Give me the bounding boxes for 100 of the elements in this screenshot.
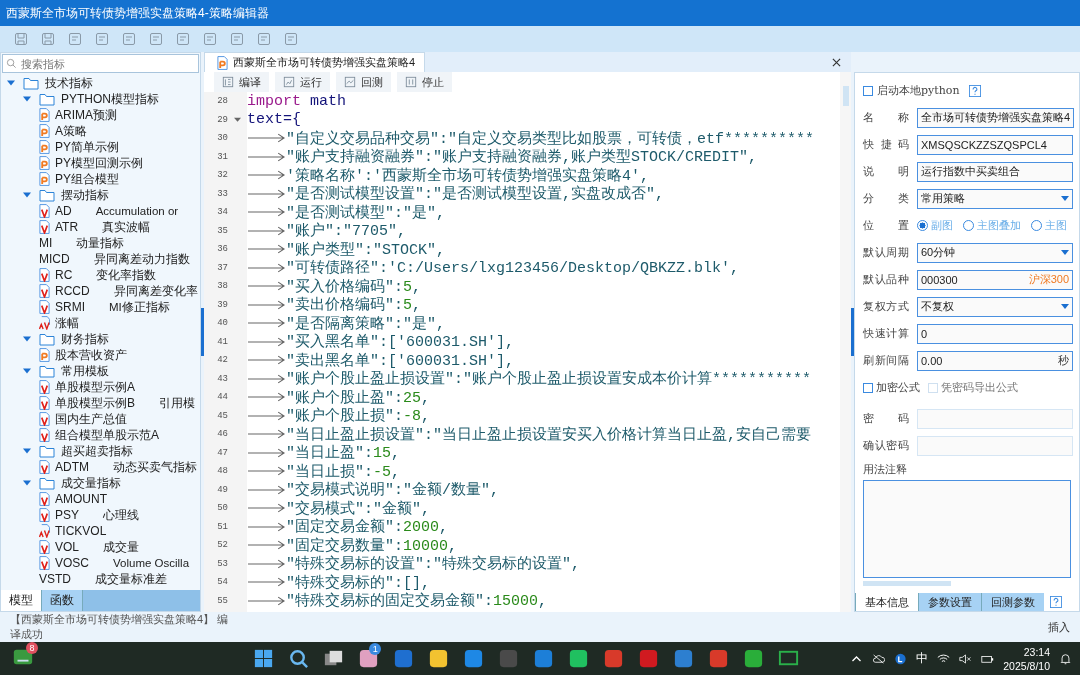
fold-arrow-icon[interactable] [233,116,241,124]
file-icon [39,316,50,330]
search-field[interactable]: 搜索指标 [2,54,199,73]
tab[interactable]: 参数设置 [918,593,981,611]
cloud-icon[interactable] [872,652,886,665]
dropdown[interactable]: 不复权 [917,296,1073,317]
code-line: '策略名称':'西蒙斯全市场可转债势增强实盘策略4', [286,166,649,185]
tree-item[interactable]: MICD [39,252,70,266]
text-field[interactable]: 0.00 秒 [917,350,1073,371]
wifi-icon[interactable] [937,652,951,665]
tree-item[interactable]: 财务指标 [61,330,109,348]
toolbar-button[interactable]: 停止 [397,72,452,92]
notes-textarea[interactable] [863,480,1071,578]
tree-item-description: 真实波幅 [102,219,151,235]
tree-item[interactable]: AD [55,204,72,218]
code-line: "账户支持融资融券":"账户支持融资融券,账户类型STOCK/CREDIT", [286,147,758,167]
text-field[interactable]: 000300 沪深300 [917,269,1073,290]
speaker-muted-icon[interactable] [959,652,973,665]
tree-item[interactable]: 单股模型示例B [55,394,135,412]
expand-arrow-icon[interactable] [23,335,31,343]
text-field[interactable]: 0 [917,323,1073,344]
radio-button[interactable] [1031,220,1042,231]
editor-tab[interactable]: 西蒙斯全市场可转债势增强实盘策略4 [204,52,426,72]
tree-item-description: 心理线 [103,507,139,523]
code-line: "交易模式":"金额", [286,499,430,518]
tree-item[interactable]: ARIMA预测 [55,106,117,124]
tree-item[interactable]: SRMI [55,300,85,314]
tree-item[interactable]: 股本营收资产 [55,346,127,364]
expand-arrow-icon[interactable] [23,191,31,199]
expand-arrow-icon[interactable] [23,95,31,103]
save-icon[interactable] [14,32,28,46]
dropdown[interactable]: 60分钟 [917,242,1073,263]
tree-item[interactable]: 超买超卖指标 [61,442,133,460]
tree-item[interactable]: 组合模型单股示范A [55,426,159,444]
scrollbar-thumb[interactable] [863,581,951,586]
tree-item[interactable]: RCCD [55,284,90,298]
dropdown[interactable]: 常用策略 [917,188,1073,209]
tree-item-description: 成交量 [103,539,139,555]
text-field[interactable]: XMSQSCKZZSZQSPCL4 [917,134,1073,155]
tree-item[interactable]: VOL [55,540,79,554]
file-icon [39,396,50,410]
tree-item[interactable]: 单股模型示例A [55,378,135,396]
tree-item[interactable]: A策略 [55,122,87,140]
tree-item[interactable]: 摆动指标 [61,186,109,204]
radio-button[interactable] [917,220,928,231]
line-number: 36 [216,243,228,256]
toolbar-button[interactable]: 运行 [275,72,330,92]
text-field[interactable]: 全市场可转债势增强实盘策略4 [917,107,1075,128]
expand-arrow-icon[interactable] [23,367,31,375]
toolbar-button[interactable]: 编译 [214,72,269,92]
bell-icon[interactable] [1059,652,1072,665]
splitter-handle[interactable] [201,308,204,356]
field-label: 说明 [863,164,909,179]
code-line: "是否测试模型设置":"是否测试模型设置,实盘改成否", [286,184,664,204]
tree-item[interactable]: 常用模板 [61,362,109,380]
expand-arrow-icon[interactable] [23,447,31,455]
checkbox-label: 凭密码导出公式 [941,380,1018,395]
expand-arrow-icon[interactable] [23,479,31,487]
tree-item[interactable]: 成交量指标 [61,474,121,492]
search-icon[interactable] [287,647,311,670]
tree-item[interactable]: PY模型回测示例 [55,154,143,172]
tab[interactable]: 模型 [1,590,42,611]
tree-item[interactable]: VOSC [55,556,89,570]
tree-item[interactable]: ADTM [55,460,89,474]
tab[interactable]: 回测参数 [981,593,1044,611]
code-line: "买入价格编码":5, [286,277,422,296]
expand-arrow-icon[interactable] [7,79,15,87]
clock-time[interactable]: 23:14 [1023,644,1050,659]
tree-item[interactable]: AMOUNT [55,492,107,506]
help-icon[interactable] [969,84,982,97]
checkbox[interactable] [863,85,873,96]
tree-item[interactable]: RC [55,268,73,282]
tree-item[interactable]: TICKVOL [55,524,107,538]
clock-date[interactable]: 2025/8/10 [1003,658,1050,673]
close-icon[interactable] [832,57,841,67]
tree-item[interactable]: PSY [55,508,79,522]
help-icon[interactable] [1050,596,1062,608]
save-as-icon[interactable] [41,32,55,46]
tree-item[interactable]: 国内生产总值 [55,410,127,428]
line-number: 40 [216,317,228,330]
tree-item[interactable]: PY简单示例 [55,138,119,156]
checkbox[interactable] [863,382,873,393]
tree-item[interactable]: 技术指标 [45,74,93,92]
tab[interactable]: 函数 [42,590,83,611]
field-label: 名称 [863,110,909,125]
input-method[interactable]: 中 [916,650,929,667]
file-icon [39,140,50,154]
tree-item[interactable]: 涨幅 [55,314,79,332]
splitter-handle[interactable] [851,308,854,356]
tree-item[interactable]: PYTHON模型指标 [61,90,159,108]
tree-item[interactable]: PY组合模型 [55,170,119,188]
tree-item[interactable]: ATR [55,220,79,234]
line-number: 34 [216,206,228,219]
tree-item[interactable]: VSTD [39,572,71,586]
text-field[interactable]: 运行指数中买卖组合 [917,161,1073,182]
radio-button[interactable] [963,220,974,231]
file-icon [39,492,50,506]
scrollbar-thumb[interactable] [842,86,849,106]
toolbar-button[interactable]: 回测 [336,72,391,92]
tree-item[interactable]: MI [39,236,53,250]
